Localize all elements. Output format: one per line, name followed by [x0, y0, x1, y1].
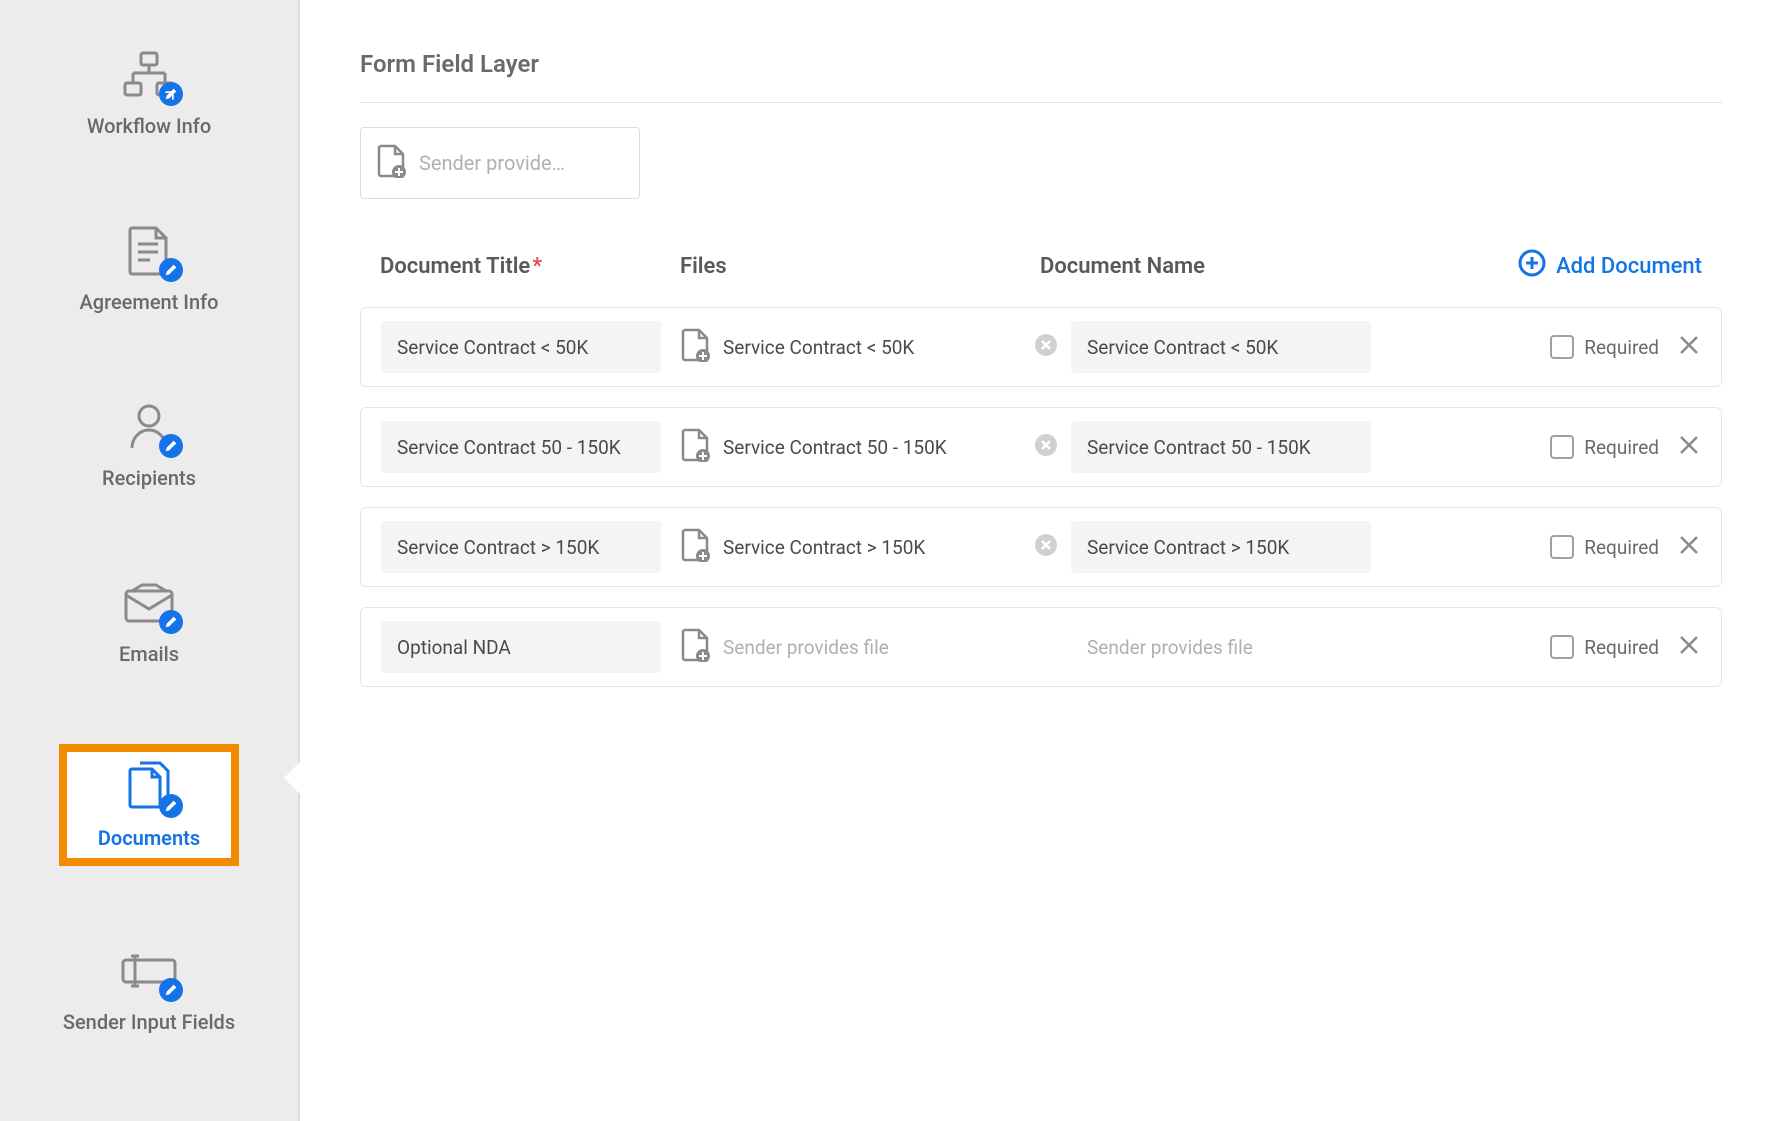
agreement-icon [119, 224, 179, 278]
file-add-icon [377, 144, 407, 182]
required-label: Required [1584, 536, 1659, 559]
add-document-label: Add Document [1556, 254, 1702, 279]
document-name-input[interactable]: Service Contract > 150K [1071, 521, 1371, 573]
table-row: Service Contract < 50K Service Contract … [360, 307, 1722, 387]
documents-icon [119, 760, 179, 814]
sidebar-item-label: Sender Input Fields [63, 1010, 235, 1034]
document-name-input[interactable]: Service Contract < 50K [1071, 321, 1371, 373]
column-header-name: Document Name [1040, 254, 1410, 279]
active-tab-pointer [284, 760, 302, 796]
column-header-title: Document Title* [380, 254, 680, 279]
remove-row-button[interactable] [1677, 433, 1701, 461]
required-checkbox[interactable] [1550, 335, 1574, 359]
document-title-input[interactable]: Service Contract > 150K [381, 521, 661, 573]
input-fields-icon [119, 944, 179, 998]
required-label: Required [1584, 336, 1659, 359]
clear-icon[interactable] [1035, 334, 1057, 360]
emails-icon [119, 576, 179, 630]
row-actions: Required [1550, 633, 1701, 661]
table-header: Document Title* Files Document Name Add … [360, 249, 1722, 307]
sidebar-item-emails[interactable]: Emails [59, 568, 239, 674]
clear-file-cell [1031, 534, 1061, 560]
clear-file-cell [1031, 434, 1061, 460]
form-field-layer-input[interactable]: Sender provide… [360, 127, 640, 199]
section-title: Form Field Layer [360, 50, 1722, 78]
document-name-input[interactable]: Service Contract 50 - 150K [1071, 421, 1371, 473]
file-text: Service Contract < 50K [723, 336, 914, 359]
table-row: Service Contract 50 - 150K Service Contr… [360, 407, 1722, 487]
required-toggle: Required [1550, 535, 1659, 559]
document-title-input[interactable]: Service Contract 50 - 150K [381, 421, 661, 473]
add-document-button[interactable]: Add Document [1518, 249, 1702, 283]
table-row: Service Contract > 150K Service Contract… [360, 507, 1722, 587]
required-toggle: Required [1550, 635, 1659, 659]
document-file-field[interactable]: Service Contract > 150K [681, 528, 1031, 567]
sidebar-item-sender-input-fields[interactable]: Sender Input Fields [59, 936, 239, 1042]
sidebar-item-label: Documents [98, 826, 200, 850]
column-header-files: Files [680, 254, 1040, 279]
file-text: Service Contract > 150K [723, 536, 925, 559]
document-name-input[interactable]: Sender provides file [1071, 621, 1371, 673]
required-label: Required [1584, 436, 1659, 459]
remove-row-button[interactable] [1677, 333, 1701, 361]
sidebar-item-label: Emails [119, 642, 179, 666]
table-row: Optional NDA Sender provides file Sender … [360, 607, 1722, 687]
recipients-icon [119, 400, 179, 454]
file-text: Service Contract 50 - 150K [723, 436, 947, 459]
file-text: Sender provides file [723, 636, 889, 659]
clear-file-cell [1031, 334, 1061, 360]
file-add-icon [681, 328, 711, 367]
divider [360, 102, 1722, 103]
document-title-input[interactable]: Service Contract < 50K [381, 321, 661, 373]
document-file-field[interactable]: Service Contract 50 - 150K [681, 428, 1031, 467]
file-add-icon [681, 628, 711, 667]
file-add-icon [681, 528, 711, 567]
workflow-icon [119, 48, 179, 102]
row-actions: Required [1550, 533, 1701, 561]
remove-row-button[interactable] [1677, 633, 1701, 661]
document-file-field[interactable]: Sender provides file [681, 628, 1031, 667]
sidebar-item-agreement-info[interactable]: Agreement Info [59, 216, 239, 322]
sidebar-item-documents[interactable]: Documents [59, 744, 239, 866]
sidebar-item-label: Recipients [102, 466, 196, 490]
clear-icon[interactable] [1035, 434, 1057, 460]
sidebar-item-workflow-info[interactable]: Workflow Info [59, 40, 239, 146]
document-title-input[interactable]: Optional NDA [381, 621, 661, 673]
row-actions: Required [1550, 433, 1701, 461]
file-add-icon [681, 428, 711, 467]
sidebar-item-label: Agreement Info [79, 290, 218, 314]
remove-row-button[interactable] [1677, 533, 1701, 561]
row-actions: Required [1550, 333, 1701, 361]
sidebar-item-label: Workflow Info [87, 114, 211, 138]
plus-circle-icon [1518, 249, 1546, 283]
required-toggle: Required [1550, 335, 1659, 359]
rows-container: Service Contract < 50K Service Contract … [360, 307, 1722, 687]
sidebar: Workflow Info Agreement Info [0, 0, 300, 1121]
main-panel: Form Field Layer Sender provide… Documen… [300, 0, 1782, 1121]
clear-icon[interactable] [1035, 534, 1057, 560]
document-file-field[interactable]: Service Contract < 50K [681, 328, 1031, 367]
layer-placeholder: Sender provide… [419, 151, 565, 175]
required-checkbox[interactable] [1550, 535, 1574, 559]
sidebar-item-recipients[interactable]: Recipients [59, 392, 239, 498]
app-container: Workflow Info Agreement Info [0, 0, 1782, 1121]
required-checkbox[interactable] [1550, 435, 1574, 459]
required-checkbox[interactable] [1550, 635, 1574, 659]
required-label: Required [1584, 636, 1659, 659]
required-toggle: Required [1550, 435, 1659, 459]
